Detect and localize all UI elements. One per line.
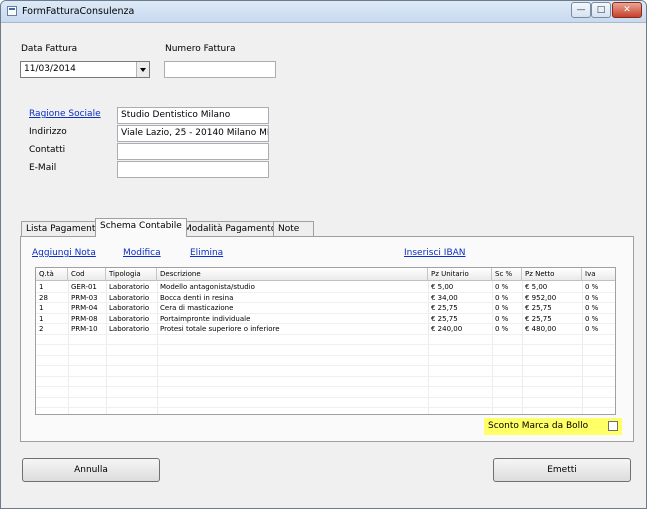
cell-pz-unitario: € 25,75 (431, 314, 458, 323)
email-input[interactable] (117, 161, 269, 178)
cell-sc: 0 % (495, 304, 509, 312)
cell-sc: 0 % (495, 283, 509, 291)
cell-descrizione: Modello antagonista/studio (160, 283, 255, 291)
cell-iva: 0 % (585, 293, 599, 302)
column-header-qty[interactable]: Q.tà (36, 268, 68, 281)
stamp-discount-checkbox[interactable] (608, 421, 618, 431)
cell-pz-unitario: € 240,00 (431, 325, 463, 333)
cell-sc: 0 % (495, 293, 509, 302)
cell-cod: GER-01 (71, 283, 97, 291)
insert-iban-link[interactable]: Inserisci IBAN (404, 248, 466, 258)
edit-link[interactable]: Modifica (123, 248, 161, 258)
cell-descrizione: Portaimpronte individuale (160, 314, 251, 323)
chevron-down-icon[interactable] (136, 62, 149, 77)
cell-cod: PRM-10 (71, 325, 98, 333)
address-input[interactable]: Viale Lazio, 25 - 20140 Milano MI (117, 125, 269, 142)
cell-qty: 1 (39, 283, 44, 291)
cell-pz-unitario: € 25,75 (431, 304, 458, 312)
cell-iva: 0 % (585, 325, 599, 333)
table-row[interactable]: 28 PRM-03 Laboratorio Bocca denti in res… (36, 293, 615, 303)
column-header-pz-netto[interactable]: Pz Netto (522, 268, 582, 281)
stamp-discount-label: Sconto Marca da Bollo (488, 421, 589, 431)
app-icon (7, 6, 17, 16)
invoice-number-input[interactable] (164, 61, 276, 78)
cell-pz-netto: € 952,00 (525, 293, 557, 302)
cell-sc: 0 % (495, 314, 509, 323)
address-label: Indirizzo (29, 127, 67, 137)
stamp-discount-box: Sconto Marca da Bollo (484, 418, 622, 435)
cell-iva: 0 % (585, 304, 599, 312)
tab-schema-contabile[interactable]: Schema Contabile (95, 218, 187, 237)
schema-contabile-panel: Aggiungi Nota Modifica Elimina Inserisci… (20, 236, 634, 442)
email-label: E-Mail (29, 163, 57, 173)
cell-qty: 2 (39, 325, 44, 333)
cell-cod: PRM-08 (71, 314, 98, 323)
column-header-descrizione[interactable]: Descrizione (157, 268, 428, 281)
company-name-input[interactable]: Studio Dentistico Milano (117, 107, 269, 124)
title-bar: FormFatturaConsulenza — □ ✕ (1, 1, 646, 23)
cell-cod: PRM-04 (71, 304, 98, 312)
table-row[interactable]: 2 PRM-10 Laboratorio Protesi totale supe… (36, 324, 615, 335)
cell-pz-netto: € 5,00 (525, 283, 548, 291)
cancel-button[interactable]: Annulla (22, 458, 160, 482)
contacts-label: Contatti (29, 145, 66, 155)
table-row[interactable]: 1 PRM-04 Laboratorio Cera di masticazion… (36, 303, 615, 314)
cell-sc: 0 % (495, 325, 509, 333)
tab-note[interactable]: Note (273, 221, 314, 237)
cell-pz-netto: € 480,00 (525, 325, 557, 333)
issue-button[interactable]: Emetti (493, 458, 631, 482)
company-name-link[interactable]: Ragione Sociale (29, 109, 101, 119)
cell-pz-unitario: € 5,00 (431, 283, 454, 291)
cell-iva: 0 % (585, 283, 599, 291)
table-row[interactable]: 1 PRM-08 Laboratorio Portaimpronte indiv… (36, 314, 615, 324)
contacts-input[interactable] (117, 143, 269, 160)
cell-tipologia: Laboratorio (109, 325, 150, 333)
cell-descrizione: Cera di masticazione (160, 304, 234, 312)
column-header-sc[interactable]: Sc % (492, 268, 522, 281)
invoice-date-value: 11/03/2014 (24, 64, 76, 74)
invoice-number-label: Numero Fattura (165, 44, 236, 54)
cell-pz-netto: € 25,75 (525, 304, 552, 312)
close-button[interactable]: ✕ (612, 2, 642, 18)
cell-tipologia: Laboratorio (109, 293, 150, 302)
minimize-button[interactable]: — (571, 2, 591, 18)
column-header-iva[interactable]: Iva (582, 268, 616, 281)
add-note-link[interactable]: Aggiungi Nota (32, 248, 96, 258)
app-window: FormFatturaConsulenza — □ ✕ Data Fattura… (0, 0, 647, 509)
cell-tipologia: Laboratorio (109, 304, 150, 312)
table-header: Q.tà Cod Tipologia Descrizione Pz Unitar… (36, 268, 615, 281)
cell-tipologia: Laboratorio (109, 314, 150, 323)
cell-qty: 1 (39, 314, 44, 323)
cell-tipologia: Laboratorio (109, 283, 150, 291)
column-header-tipologia[interactable]: Tipologia (106, 268, 157, 281)
window-title: FormFatturaConsulenza (22, 6, 135, 17)
tab-modalita-pagamento[interactable]: Modalità Pagamento (179, 221, 282, 237)
column-header-pz-unitario[interactable]: Pz Unitario (428, 268, 492, 281)
cell-descrizione: Protesi totale superiore o inferiore (160, 325, 280, 333)
invoice-date-picker[interactable]: 11/03/2014 (20, 61, 150, 78)
items-table[interactable]: Q.tà Cod Tipologia Descrizione Pz Unitar… (35, 267, 616, 415)
cell-descrizione: Bocca denti in resina (160, 293, 234, 302)
invoice-date-label: Data Fattura (21, 44, 78, 54)
maximize-button[interactable]: □ (591, 2, 611, 18)
cell-qty: 28 (39, 293, 48, 302)
column-header-cod[interactable]: Cod (68, 268, 106, 281)
delete-link[interactable]: Elimina (190, 248, 223, 258)
tab-lista-pagamenti[interactable]: Lista Pagamenti (21, 221, 103, 237)
table-row[interactable]: 1 GER-01 Laboratorio Modello antagonista… (36, 282, 615, 293)
cell-pz-unitario: € 34,00 (431, 293, 458, 302)
cell-pz-netto: € 25,75 (525, 314, 552, 323)
cell-qty: 1 (39, 304, 44, 312)
cell-cod: PRM-03 (71, 293, 98, 302)
cell-iva: 0 % (585, 314, 599, 323)
